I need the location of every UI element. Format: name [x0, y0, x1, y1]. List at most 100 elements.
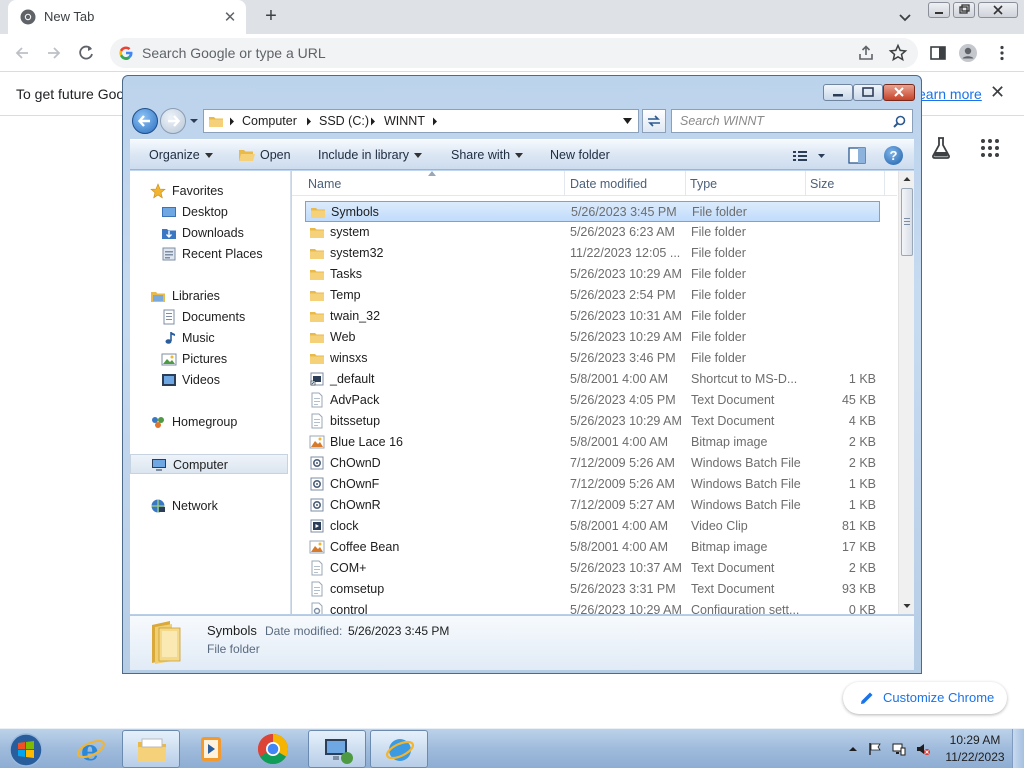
- breadcrumb-drive[interactable]: SSD (C:): [319, 114, 369, 128]
- scroll-down-arrow-icon[interactable]: [899, 598, 914, 614]
- taskbar-windows-explorer[interactable]: [122, 730, 180, 768]
- file-row[interactable]: system32 11/22/2023 12:05 ... File folder: [305, 243, 880, 264]
- nav-pictures[interactable]: Pictures: [130, 349, 288, 369]
- column-divider[interactable]: [564, 171, 565, 196]
- open-button[interactable]: Open: [260, 148, 291, 162]
- file-row[interactable]: Coffee Bean 5/8/2001 4:00 AM Bitmap image 1…: [305, 537, 880, 558]
- file-row[interactable]: control 5/26/2023 10:29 AM Configuration s…: [305, 600, 880, 614]
- file-row[interactable]: comsetup 5/26/2023 3:31 PM Text Document 93…: [305, 579, 880, 600]
- explorer-maximize-button[interactable]: [853, 84, 883, 101]
- taskbar-google-chrome[interactable]: [244, 730, 302, 768]
- file-row[interactable]: twain_32 5/26/2023 10:31 AM File folder: [305, 306, 880, 327]
- change-view-icon[interactable]: [792, 148, 830, 164]
- file-row[interactable]: Symbols 5/26/2023 3:45 PM File folder: [305, 201, 880, 222]
- nav-downloads[interactable]: Downloads: [130, 223, 288, 243]
- vertical-scrollbar[interactable]: [898, 171, 914, 614]
- column-date-modified[interactable]: Date modified: [570, 177, 647, 191]
- file-row[interactable]: bitssetup 5/26/2023 10:29 AM Text Document…: [305, 411, 880, 432]
- column-type[interactable]: Type: [690, 177, 717, 191]
- labs-flask-icon[interactable]: [930, 136, 952, 160]
- column-divider[interactable]: [884, 171, 885, 196]
- file-row[interactable]: ChOwnD 7/12/2009 5:26 AM Windows Batch Fil…: [305, 453, 880, 474]
- column-size[interactable]: Size: [810, 177, 834, 191]
- organize-menu[interactable]: Organize: [149, 148, 213, 162]
- taskbar-internet-explorer[interactable]: e: [62, 730, 120, 768]
- nav-music[interactable]: Music: [130, 328, 288, 348]
- nav-videos[interactable]: Videos: [130, 370, 288, 390]
- file-row[interactable]: Web 5/26/2023 10:29 AM File folder: [305, 327, 880, 348]
- customize-chrome-button[interactable]: Customize Chrome: [843, 682, 1007, 714]
- address-bar[interactable]: Computer SSD (C:) WINNT: [203, 109, 639, 133]
- network-status-icon[interactable]: [892, 742, 906, 756]
- nav-homegroup[interactable]: Homegroup: [130, 412, 288, 432]
- show-hidden-icons-arrow-icon[interactable]: [846, 742, 860, 756]
- nav-network[interactable]: Network: [130, 496, 288, 516]
- file-row[interactable]: Tasks 5/26/2023 10:29 AM File folder: [305, 264, 880, 285]
- tab-close-icon[interactable]: ✕: [222, 8, 238, 26]
- explorer-minimize-button[interactable]: [823, 84, 853, 101]
- infobar-close-icon[interactable]: ✕: [990, 82, 1005, 103]
- volume-muted-icon[interactable]: [916, 742, 930, 756]
- side-panel-icon[interactable]: [928, 43, 948, 63]
- bookmark-star-icon[interactable]: [888, 43, 908, 63]
- file-row[interactable]: Blue Lace 16 5/8/2001 4:00 AM Bitmap image…: [305, 432, 880, 453]
- file-row[interactable]: Temp 5/26/2023 2:54 PM File folder: [305, 285, 880, 306]
- file-row[interactable]: AdvPack 5/26/2023 4:05 PM Text Document 45 …: [305, 390, 880, 411]
- omnibox[interactable]: Search Google or type a URL: [110, 38, 918, 68]
- reload-icon[interactable]: [76, 43, 96, 63]
- recent-pages-chevron-icon[interactable]: [189, 116, 199, 126]
- search-icon[interactable]: [893, 115, 906, 128]
- scrollbar-thumb[interactable]: [901, 188, 913, 256]
- infobar-learn-more-link[interactable]: earn more: [918, 86, 982, 102]
- address-dropdown-icon[interactable]: [623, 118, 632, 124]
- column-divider[interactable]: [805, 171, 806, 196]
- nav-documents[interactable]: Documents: [130, 307, 288, 327]
- start-orb-icon[interactable]: [6, 731, 46, 768]
- share-with-menu[interactable]: Share with: [451, 148, 524, 162]
- taskbar-clock[interactable]: 10:29 AM 11/22/2023: [940, 732, 1010, 766]
- window-close-button[interactable]: [978, 2, 1018, 18]
- breadcrumb-arrow-icon[interactable]: [306, 117, 312, 126]
- scroll-up-arrow-icon[interactable]: [899, 171, 914, 187]
- nav-desktop[interactable]: Desktop: [130, 202, 288, 222]
- google-apps-icon[interactable]: [980, 138, 1000, 158]
- file-row[interactable]: ChOwnR 7/12/2009 5:27 AM Windows Batch Fil…: [305, 495, 880, 516]
- explorer-forward-button[interactable]: [160, 108, 186, 134]
- tab-search-chevron-icon[interactable]: [896, 8, 914, 26]
- taskbar-ie-shortcut[interactable]: [370, 730, 428, 768]
- window-minimize-button[interactable]: [928, 2, 950, 18]
- tab-new-tab[interactable]: New Tab ✕: [8, 0, 246, 34]
- breadcrumb-arrow-icon[interactable]: [432, 117, 438, 126]
- explorer-back-button[interactable]: [132, 108, 158, 134]
- forward-arrow-icon[interactable]: [44, 43, 64, 63]
- profile-avatar-icon[interactable]: [958, 43, 978, 63]
- nav-computer[interactable]: Computer: [130, 454, 288, 474]
- window-restore-button[interactable]: [953, 2, 975, 18]
- taskbar-remote-desktop[interactable]: [308, 730, 366, 768]
- file-row[interactable]: winsxs 5/26/2023 3:46 PM File folder: [305, 348, 880, 369]
- back-arrow-icon[interactable]: [12, 43, 32, 63]
- taskbar-media-player[interactable]: [182, 730, 240, 768]
- breadcrumb-computer[interactable]: Computer: [242, 114, 297, 128]
- nav-libraries[interactable]: Libraries: [130, 286, 288, 306]
- file-row[interactable]: COM+ 5/26/2023 10:37 AM Text Document 2 KB: [305, 558, 880, 579]
- preview-pane-icon[interactable]: [848, 147, 866, 164]
- action-center-flag-icon[interactable]: [868, 742, 882, 756]
- file-row[interactable]: ChOwnF 7/12/2009 5:26 AM Windows Batch Fil…: [305, 474, 880, 495]
- file-row[interactable]: clock 5/8/2001 4:00 AM Video Clip 81 KB: [305, 516, 880, 537]
- breadcrumb-arrow-icon[interactable]: [229, 117, 235, 126]
- explorer-close-button[interactable]: [883, 84, 915, 101]
- help-icon[interactable]: ?: [884, 146, 903, 165]
- include-in-library-menu[interactable]: Include in library: [318, 148, 423, 162]
- explorer-search-box[interactable]: Search WINNT: [671, 109, 913, 133]
- nav-favorites[interactable]: Favorites: [130, 181, 288, 201]
- breadcrumb-winnt[interactable]: WINNT: [384, 114, 425, 128]
- new-tab-button[interactable]: +: [260, 5, 282, 27]
- file-row[interactable]: _default 5/8/2001 4:00 AM Shortcut to MS-D…: [305, 369, 880, 390]
- refresh-button[interactable]: [642, 109, 666, 133]
- chrome-menu-icon[interactable]: [992, 43, 1012, 63]
- nav-recent-places[interactable]: Recent Places: [130, 244, 288, 264]
- file-row[interactable]: system 5/26/2023 6:23 AM File folder: [305, 222, 880, 243]
- column-name[interactable]: Name: [308, 177, 341, 191]
- new-folder-button[interactable]: New folder: [550, 148, 610, 162]
